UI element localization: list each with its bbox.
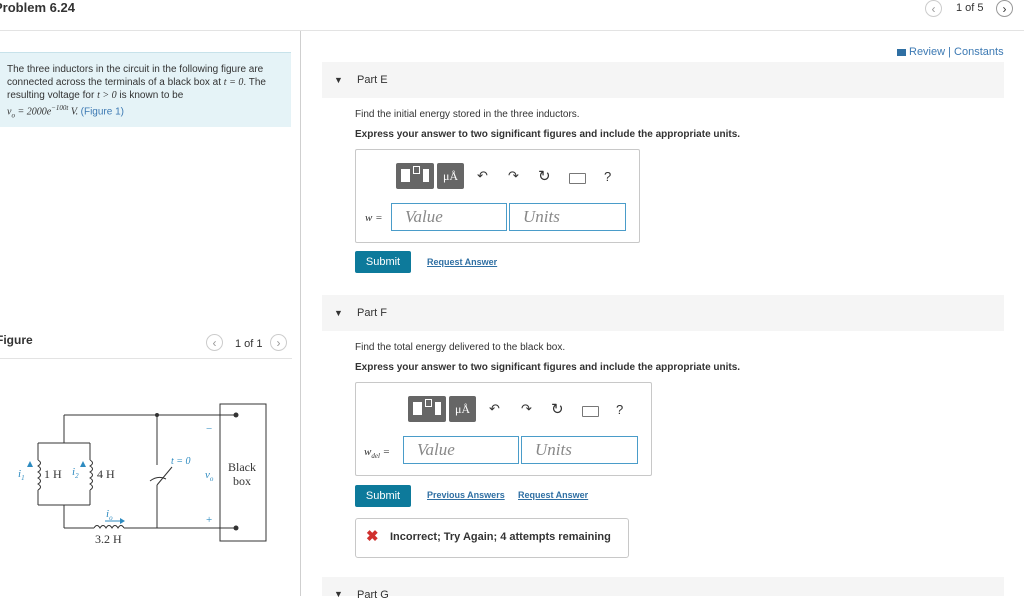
label-io-sub: o xyxy=(109,514,113,522)
part-f-question: Find the total energy delivered to the b… xyxy=(355,342,566,353)
problem-title: Problem 6.24 xyxy=(0,0,75,15)
redo-icon[interactable]: ↷ xyxy=(521,401,532,417)
keyboard-icon[interactable] xyxy=(582,406,599,417)
reset-icon[interactable]: ↻ xyxy=(538,167,551,185)
next-figure-button[interactable]: › xyxy=(270,334,287,351)
voltage-exponent: −100t xyxy=(51,104,69,112)
part-e-header[interactable] xyxy=(322,62,1004,98)
part-f-header[interactable] xyxy=(322,295,1004,331)
part-e-submit-button[interactable]: Submit xyxy=(355,251,411,273)
part-f-title: Part F xyxy=(357,307,387,319)
switch-arrow xyxy=(149,476,167,482)
black-box-label-2: box xyxy=(233,474,251,488)
svg-text:io: io xyxy=(106,508,113,522)
undo-icon[interactable]: ↶ xyxy=(489,401,500,417)
collapse-caret-icon[interactable]: ▼ xyxy=(334,308,343,318)
feedback-text: Incorrect; Try Again; 4 attempts remaini… xyxy=(390,531,611,543)
part-f-instruction: Express your answer to two significant f… xyxy=(355,362,741,373)
label-1h: 1 H xyxy=(44,467,62,481)
units-button[interactable]: μÅ xyxy=(437,163,464,189)
next-problem-button[interactable]: › xyxy=(996,0,1013,17)
incorrect-x-icon: ✖ xyxy=(366,528,379,545)
label-switch-time: t = 0 xyxy=(171,456,191,467)
part-e-instruction: Express your answer to two significant f… xyxy=(355,129,741,140)
review-constants-links[interactable]: Review | Constants xyxy=(897,46,1004,58)
svg-text:vo: vo xyxy=(205,469,214,483)
part-f-value-input[interactable]: Value xyxy=(403,436,519,464)
part-e-title: Part E xyxy=(357,74,388,86)
redo-icon[interactable]: ↷ xyxy=(508,168,519,184)
problem-pager: 1 of 5 xyxy=(956,2,984,14)
part-f-variable-eq: = xyxy=(379,446,391,458)
book-icon xyxy=(897,48,906,56)
svg-text:i2: i2 xyxy=(72,466,79,480)
inductor-1h xyxy=(37,459,41,491)
part-f-units-input[interactable]: Units xyxy=(521,436,638,464)
part-f-previous-answers-link[interactable]: Previous Answers xyxy=(427,490,505,500)
collapse-caret-icon[interactable]: ▼ xyxy=(334,589,343,599)
part-e-value-input[interactable]: Value xyxy=(391,203,507,231)
label-4h: 4 H xyxy=(97,467,115,481)
label-i2-sub: 2 xyxy=(75,472,79,480)
help-icon[interactable]: ? xyxy=(616,402,623,417)
figure-link[interactable]: (Figure 1) xyxy=(81,106,124,117)
voltage-unit: V. xyxy=(68,106,81,118)
figure-heading: Figure xyxy=(0,333,33,347)
figure-pager: 1 of 1 xyxy=(235,338,263,350)
prev-figure-button[interactable]: ‹ xyxy=(206,334,223,351)
top-bar xyxy=(0,0,1024,31)
t-greater-zero: t > 0 xyxy=(97,90,117,101)
part-e-units-input[interactable]: Units xyxy=(509,203,626,231)
problem-text-part3: is known to be xyxy=(116,90,184,101)
templates-button[interactable] xyxy=(396,163,434,189)
label-plus: + xyxy=(206,514,212,526)
part-f-request-answer-link[interactable]: Request Answer xyxy=(518,490,588,500)
undo-icon[interactable]: ↶ xyxy=(477,168,488,184)
prev-problem-button[interactable]: ‹ xyxy=(925,0,942,17)
label-3-2h: 3.2 H xyxy=(95,532,122,546)
inductor-3-2h xyxy=(93,525,125,529)
voltage-equation: = 2000e xyxy=(14,106,52,118)
problem-statement: The three inductors in the circuit in th… xyxy=(7,63,287,122)
help-icon[interactable]: ? xyxy=(604,169,611,184)
svg-text:i1: i1 xyxy=(18,468,25,482)
circuit-diagram: i1 1 H i2 4 H io 3.2 H t = 0 vo − + Blac… xyxy=(18,403,267,546)
review-constants-text: Review | Constants xyxy=(909,46,1004,58)
units-button[interactable]: μÅ xyxy=(449,396,476,422)
figure-separator xyxy=(0,358,292,359)
part-f-variable-sub: del xyxy=(371,452,380,461)
keyboard-icon[interactable] xyxy=(569,173,586,184)
collapse-caret-icon[interactable]: ▼ xyxy=(334,75,343,85)
part-e-variable-label: w = xyxy=(365,212,383,224)
inductor-4h xyxy=(89,459,93,491)
part-f-submit-button[interactable]: Submit xyxy=(355,485,411,507)
part-g-header[interactable] xyxy=(322,577,1004,596)
reset-icon[interactable]: ↻ xyxy=(551,400,564,418)
templates-button[interactable] xyxy=(408,396,446,422)
black-box-label-1: Black xyxy=(228,460,256,474)
part-f-variable-label: wdel = xyxy=(364,446,390,460)
label-i1-sub: 1 xyxy=(21,474,25,482)
switch-blade xyxy=(156,466,173,486)
t-equals-zero: t = 0 xyxy=(223,77,244,88)
part-g-title: Part G xyxy=(357,589,389,601)
part-e-question: Find the initial energy stored in the th… xyxy=(355,109,580,120)
label-minus: − xyxy=(206,423,212,435)
label-vo-sub: o xyxy=(210,475,214,483)
column-divider xyxy=(300,31,301,596)
part-e-request-answer-link[interactable]: Request Answer xyxy=(427,257,497,267)
